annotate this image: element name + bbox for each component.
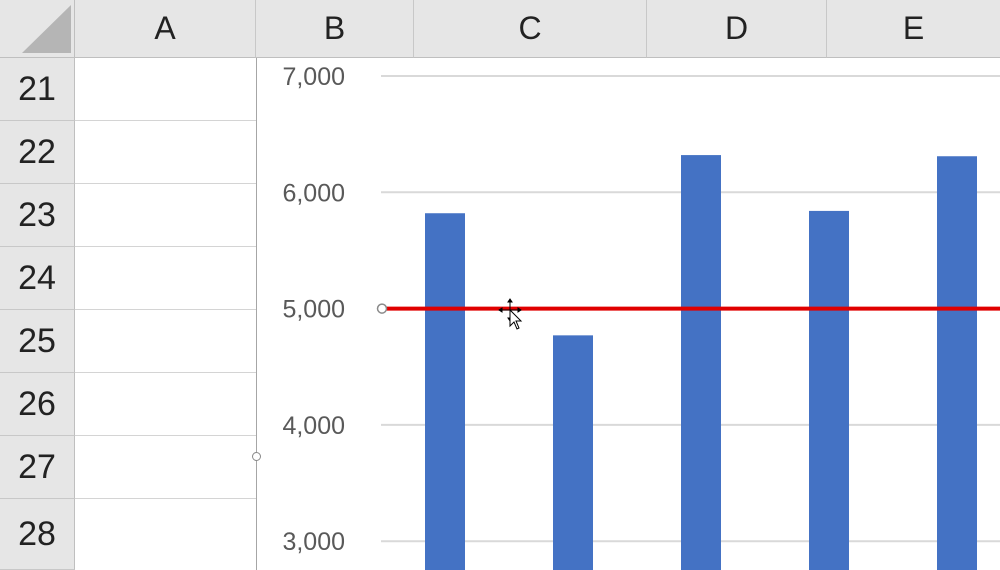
select-all-button[interactable] bbox=[0, 0, 75, 58]
cell-a28[interactable] bbox=[75, 499, 257, 570]
row-header-23[interactable]: 23 bbox=[0, 184, 75, 247]
move-cursor-icon bbox=[498, 298, 523, 330]
row-header-28[interactable]: 28 bbox=[0, 499, 75, 570]
column-header-b[interactable]: B bbox=[256, 0, 414, 58]
y-tick-label: 6,000 bbox=[282, 179, 345, 207]
row-header-21[interactable]: 21 bbox=[0, 58, 75, 121]
row-header-26[interactable]: 26 bbox=[0, 373, 75, 436]
row-header-25[interactable]: 25 bbox=[0, 310, 75, 373]
y-tick-label: 5,000 bbox=[282, 296, 345, 324]
bar[interactable] bbox=[553, 335, 593, 570]
column-header-e[interactable]: E bbox=[827, 0, 1000, 58]
row-header-24[interactable]: 24 bbox=[0, 247, 75, 310]
target-line-end-handle[interactable] bbox=[376, 303, 388, 314]
select-all-triangle-icon bbox=[22, 5, 71, 53]
cell-a21[interactable] bbox=[75, 58, 257, 121]
y-tick-label: 4,000 bbox=[282, 412, 345, 440]
bar[interactable] bbox=[681, 155, 721, 570]
cell-a22[interactable] bbox=[75, 121, 257, 184]
cell-a24[interactable] bbox=[75, 247, 257, 310]
column-header-d[interactable]: D bbox=[647, 0, 827, 58]
y-tick-label: 3,000 bbox=[282, 528, 345, 556]
cell-a25[interactable] bbox=[75, 310, 257, 373]
chart-area[interactable]: 3,000 4,000 5,000 6,000 7,000 bbox=[256, 58, 1000, 570]
bar[interactable] bbox=[425, 213, 465, 570]
column-header-c[interactable]: C bbox=[414, 0, 647, 58]
bar[interactable] bbox=[809, 210, 849, 570]
cell-a26[interactable] bbox=[75, 373, 257, 436]
chart-resize-handle[interactable] bbox=[252, 452, 261, 461]
y-tick-label: 7,000 bbox=[282, 63, 345, 91]
bar[interactable] bbox=[937, 156, 977, 570]
bar-chart: 3,000 4,000 5,000 6,000 7,000 bbox=[282, 63, 1000, 570]
row-header-27[interactable]: 27 bbox=[0, 436, 75, 499]
cell-a23[interactable] bbox=[75, 184, 257, 247]
row-header-22[interactable]: 22 bbox=[0, 121, 75, 184]
spreadsheet: A B C D E 21 22 23 24 25 26 27 28 3,000 4… bbox=[0, 0, 1000, 570]
cell-a27[interactable] bbox=[75, 436, 257, 499]
column-header-a[interactable]: A bbox=[75, 0, 256, 58]
